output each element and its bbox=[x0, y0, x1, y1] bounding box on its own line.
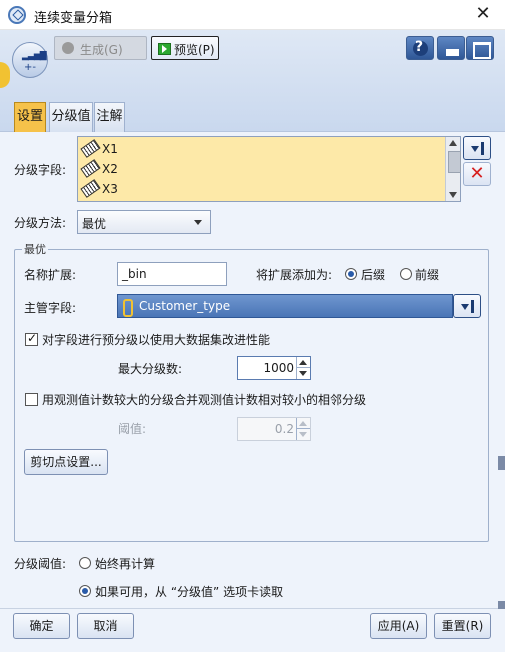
suffix-radio[interactable] bbox=[345, 268, 357, 280]
background-window-edge bbox=[498, 456, 505, 470]
always-recompute-label: 始终再计算 bbox=[95, 557, 156, 571]
name-extension-input[interactable]: _bin bbox=[117, 262, 227, 286]
spin-down-icon[interactable] bbox=[296, 428, 310, 440]
nominal-field-icon bbox=[123, 299, 133, 317]
generate-button[interactable]: 生成(G) bbox=[54, 36, 147, 60]
merge-checkbox[interactable] bbox=[25, 393, 38, 406]
preview-button[interactable]: 预览(P) bbox=[151, 36, 219, 60]
prefix-radio[interactable] bbox=[400, 268, 412, 280]
continuous-field-icon bbox=[80, 159, 101, 178]
prebin-label: 对字段进行预分级以使用大数据集改进性能 bbox=[42, 333, 271, 347]
field-picker-button[interactable] bbox=[463, 136, 491, 160]
window-title: 连续变量分箱 bbox=[34, 11, 113, 26]
cutpoint-settings-button[interactable]: 剪切点设置... bbox=[24, 449, 108, 475]
ok-button[interactable]: 确定 bbox=[13, 613, 70, 639]
bin-method-select[interactable]: 最优 bbox=[77, 210, 211, 234]
list-item[interactable]: X3 bbox=[80, 179, 442, 199]
chevron-down-icon bbox=[194, 220, 202, 225]
read-from-tab-label: 如果可用，从 “分级值” 选项卡读取 bbox=[95, 585, 284, 599]
continuous-field-icon bbox=[80, 179, 101, 198]
always-recompute-radio[interactable] bbox=[79, 557, 91, 569]
minimize-icon[interactable] bbox=[437, 36, 465, 60]
max-bins-stepper[interactable]: 1000 bbox=[237, 356, 311, 380]
footer bbox=[0, 609, 505, 652]
merge-label: 用观测值计数较大的分级合并观测值计数相对较小的相邻分级 bbox=[42, 393, 367, 407]
tab-settings[interactable]: 设置 bbox=[14, 102, 46, 132]
tab-bin-values[interactable]: 分级值 bbox=[49, 102, 93, 132]
reset-button[interactable]: 重置(R) bbox=[434, 613, 491, 639]
list-item[interactable]: X1 bbox=[80, 139, 442, 159]
cancel-button[interactable]: 取消 bbox=[77, 613, 134, 639]
supervisor-field[interactable]: Customer_type bbox=[117, 294, 453, 318]
bin-thresholds-label: 分级阈值: bbox=[14, 557, 67, 571]
preview-icon bbox=[158, 43, 171, 55]
prefix-label: 前缀 bbox=[415, 268, 440, 282]
supervisor-field-label: 主管字段: bbox=[24, 301, 77, 315]
continuous-field-icon bbox=[80, 139, 101, 158]
delete-icon[interactable]: ✕ bbox=[463, 162, 491, 186]
background-window-edge bbox=[498, 601, 505, 609]
binning-node-icon: ▂▃▅▇ +- bbox=[12, 42, 48, 78]
read-from-tab-radio[interactable] bbox=[79, 585, 91, 597]
maximize-icon[interactable] bbox=[466, 36, 494, 60]
spin-down-icon[interactable] bbox=[296, 367, 310, 379]
optimal-group-title: 最优 bbox=[22, 241, 48, 257]
threshold-stepper[interactable]: 0.2 bbox=[237, 417, 311, 441]
bin-fields-list[interactable]: X1 X2 X3 bbox=[77, 136, 461, 202]
suffix-label: 后缀 bbox=[361, 268, 386, 282]
add-extension-label: 将扩展添加为: bbox=[256, 268, 333, 282]
close-icon[interactable]: ✕ bbox=[472, 3, 494, 25]
supervisor-picker-button[interactable] bbox=[453, 294, 481, 318]
max-bins-label: 最大分级数: bbox=[118, 362, 183, 376]
list-item[interactable]: X2 bbox=[80, 159, 442, 179]
name-extension-label: 名称扩展: bbox=[24, 268, 77, 282]
bin-fields-label: 分级字段: bbox=[14, 163, 67, 177]
bin-method-label: 分级方法: bbox=[14, 216, 67, 230]
threshold-label: 阈值: bbox=[118, 422, 147, 436]
app-icon bbox=[8, 6, 26, 24]
field-list-scrollbar[interactable] bbox=[445, 137, 461, 201]
apply-button[interactable]: 应用(A) bbox=[370, 613, 427, 639]
prebin-checkbox[interactable] bbox=[25, 331, 38, 346]
tab-annotations[interactable]: 注解 bbox=[94, 102, 125, 132]
generate-icon bbox=[62, 42, 74, 54]
help-icon[interactable] bbox=[406, 36, 434, 60]
